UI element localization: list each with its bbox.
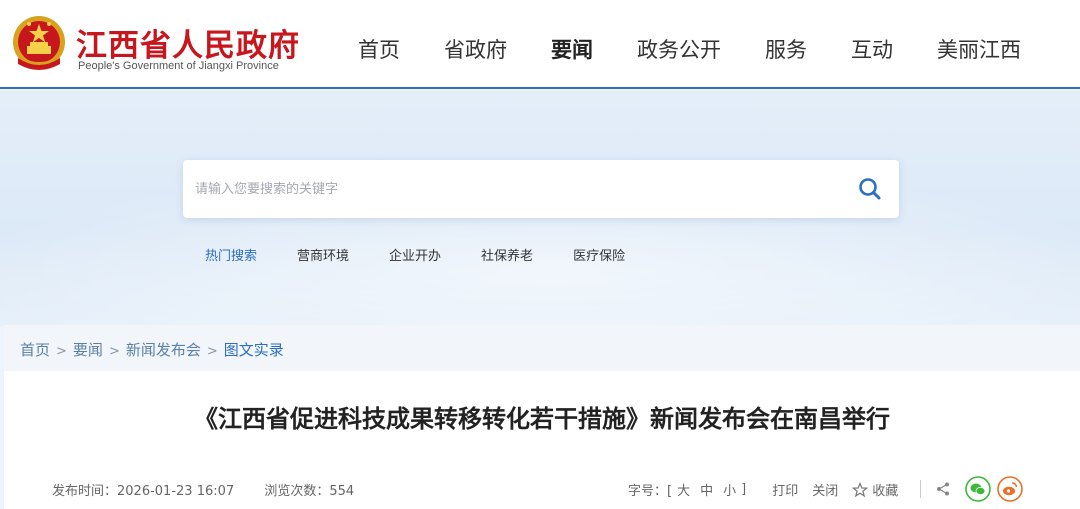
nav-item-government-affairs[interactable]: 政务公开 [615,34,743,70]
breadcrumb-current[interactable]: 图文实录 [224,341,284,359]
wechat-icon[interactable] [965,476,992,502]
font-size-large[interactable]: 大 [677,480,690,499]
breadcrumb-separator: > [56,344,67,359]
site-header: 江西省人民政府 People's Government of Jiangxi P… [0,0,1080,89]
search-box [183,160,899,218]
search-icon[interactable] [855,174,885,204]
article-meta: 发布时间：2026-01-23 16:07 浏览次数：554 [52,480,380,499]
hot-searches: 热门搜索 营商环境 企业开办 社保养老 医疗保险 [205,245,665,264]
view-count-value: 554 [329,484,355,499]
print-button[interactable]: 打印 [772,480,798,499]
close-button[interactable]: 关闭 [812,480,838,499]
nav-item-services[interactable]: 服务 [743,34,829,70]
breadcrumb-bar: 首页 > 要闻 > 新闻发布会 > 图文实录 [4,325,1080,371]
breadcrumb-separator: > [108,344,120,359]
font-size-medium[interactable]: 中 [700,480,713,499]
breadcrumb-press-conference[interactable]: 新闻发布会 [126,341,201,359]
nav-item-province-government[interactable]: 省政府 [422,34,529,70]
font-size-small[interactable]: 小 [723,480,736,499]
breadcrumb: 首页 > 要闻 > 新闻发布会 > 图文实录 [20,339,284,360]
nav-item-interaction[interactable]: 互动 [829,34,915,70]
tools-divider [920,480,922,498]
article-title: 《江西省促进科技成果转移转化若干措施》新闻发布会在南昌举行 [194,405,890,433]
font-size-label: 字号：[ [628,483,673,499]
main-nav: 首页 省政府 要闻 政务公开 服务 互动 美丽江西 [336,34,1043,70]
breadcrumb-home[interactable]: 首页 [20,341,50,359]
publish-time-label: 发布时间： [52,484,118,499]
view-count: 浏览次数：554 [264,484,354,499]
logo-title-cn: 江西省人民政府 [76,28,300,64]
view-count-label: 浏览次数： [264,484,330,499]
hot-search-item[interactable]: 营商环境 [297,245,349,264]
nav-item-beautiful-jiangxi[interactable]: 美丽江西 [915,34,1043,70]
national-emblem-icon [13,16,65,70]
hot-search-label: 热门搜索 [205,249,258,264]
star-icon [852,481,869,497]
search-input[interactable] [195,170,835,208]
weibo-icon[interactable] [997,476,1024,502]
nav-item-home[interactable]: 首页 [336,34,422,70]
hot-search-item[interactable]: 企业开办 [389,245,441,264]
hot-search-item[interactable]: 医疗保险 [573,245,625,264]
article-tools: 字号：[ 大 中 小 ] 打印 关闭 收藏 [628,475,1024,503]
publish-time: 发布时间：2026-01-23 16:07 [52,484,234,499]
search-banner: 热门搜索 营商环境 企业开办 社保养老 医疗保险 [0,91,1080,326]
breadcrumb-separator: > [206,344,218,359]
article-container: 首页 > 要闻 > 新闻发布会 > 图文实录 《江西省促进科技成果转移转化若干措施》新闻发布… [4,325,1080,509]
site-logo[interactable]: 江西省人民政府 People's Government of Jiangxi P… [10,14,310,76]
share-icon[interactable] [935,481,951,497]
nav-item-news[interactable]: 要闻 [529,34,615,70]
favorite-label: 收藏 [872,483,899,499]
breadcrumb-news[interactable]: 要闻 [73,341,103,359]
font-size-bracket-end: ] [741,481,747,497]
logo-title-en: People's Government of Jiangxi Province [78,60,279,72]
hot-search-item[interactable]: 社保养老 [481,245,533,264]
favorite-button[interactable]: 收藏 [852,480,898,499]
publish-time-value: 2026-01-23 16:07 [117,484,235,499]
